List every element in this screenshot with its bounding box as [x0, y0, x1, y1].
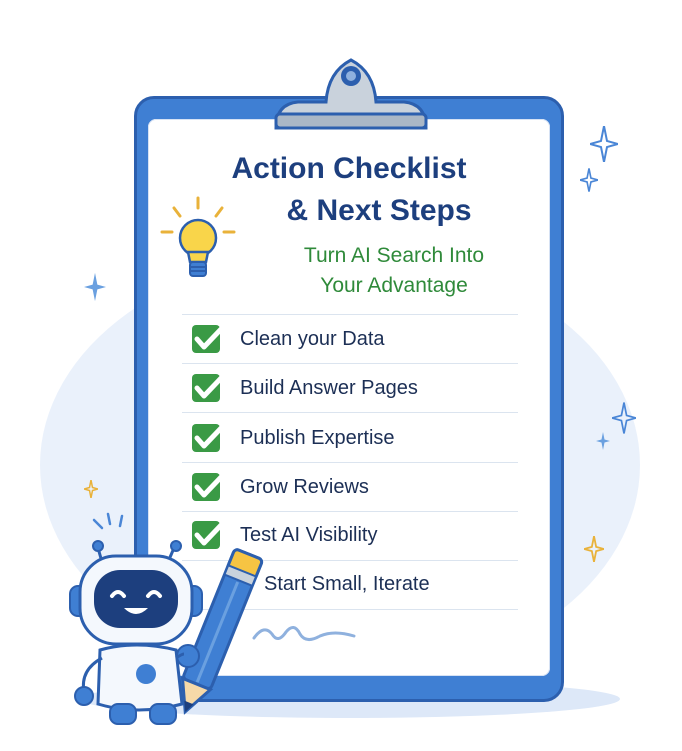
checklist-item-label: Start Small, Iterate — [264, 572, 430, 595]
divider — [182, 412, 518, 413]
checklist-item-label: Grow Reviews — [240, 475, 369, 498]
checklist-item[interactable]: Clean your Data — [190, 321, 520, 357]
checklist-item-label: Clean your Data — [240, 327, 385, 350]
sparkle-icon — [590, 126, 618, 162]
subtitle-line2: Your Advantage — [320, 274, 468, 297]
clipboard-clip-icon — [274, 58, 428, 130]
page-title-line1: Action Checklist — [231, 152, 467, 185]
checklist-item-label: Build Answer Pages — [240, 376, 418, 399]
checklist-item[interactable]: Build Answer Pages — [190, 370, 520, 406]
sparkle-icon — [612, 402, 636, 434]
sparkle-icon — [84, 480, 98, 498]
sparkle-icon — [580, 168, 598, 192]
subtitle-line1: Turn AI Search Into — [303, 244, 485, 267]
checkbox-checked[interactable] — [190, 323, 227, 355]
sparkle-icon — [596, 432, 610, 450]
sparkle-icon — [84, 272, 106, 302]
divider — [182, 363, 518, 364]
sparkle-icon — [584, 536, 604, 562]
checkbox-checked[interactable] — [190, 372, 227, 404]
divider — [182, 314, 518, 315]
divider — [182, 462, 518, 463]
checklist-item[interactable]: Publish Expertise — [190, 420, 520, 456]
checklist-item-label: Publish Expertise — [240, 426, 395, 449]
robot-mascot — [69, 512, 264, 725]
checkbox-checked[interactable] — [190, 471, 227, 503]
checkbox-checked[interactable] — [190, 422, 227, 454]
checklist-item[interactable]: Grow Reviews — [190, 469, 520, 505]
